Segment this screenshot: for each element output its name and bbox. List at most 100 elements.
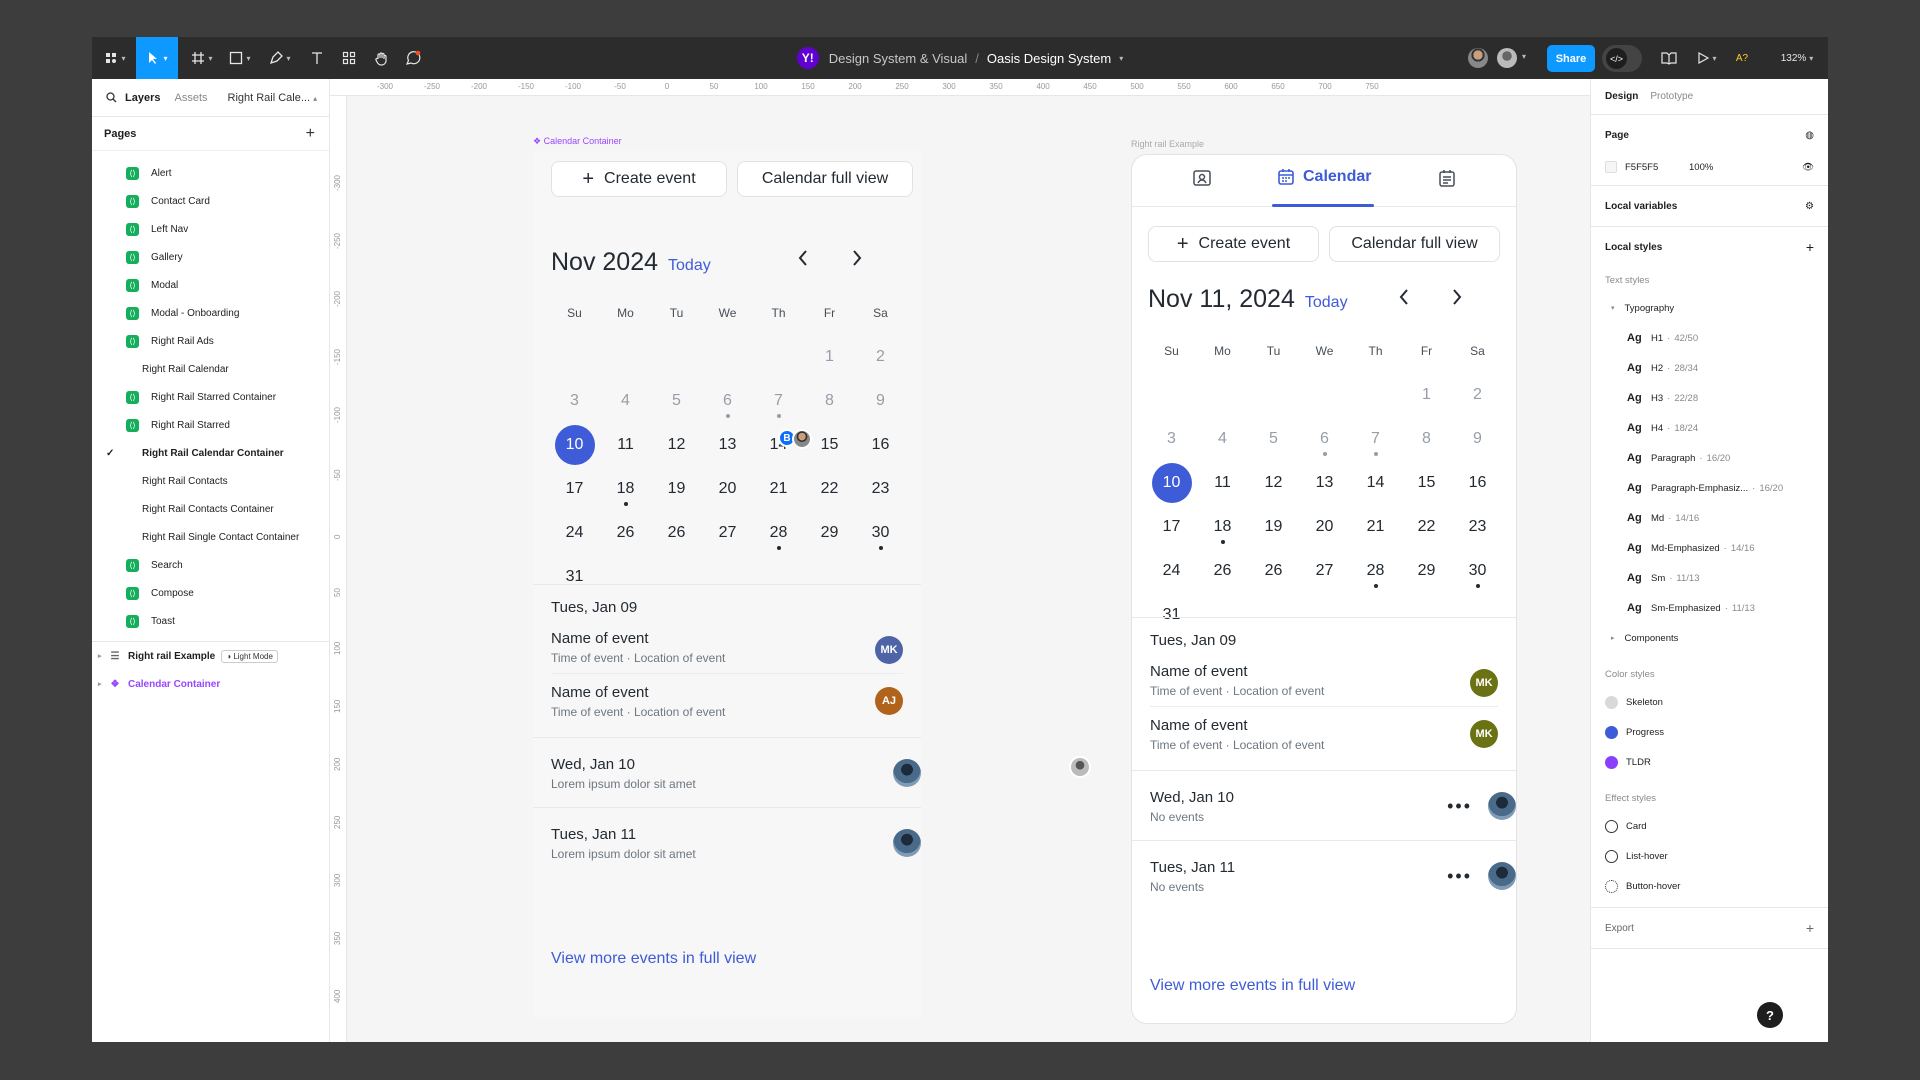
attendee-avatar[interactable] <box>1488 861 1516 890</box>
notes-tab[interactable] <box>1438 169 1456 192</box>
effect-style-item[interactable]: List-hover <box>1605 841 1814 871</box>
day-cell[interactable]: 22 <box>1401 505 1452 549</box>
attendee-avatar[interactable]: MK <box>1470 668 1498 697</box>
color-style-item[interactable]: Skeleton <box>1605 687 1814 717</box>
day-cell[interactable]: 3 <box>1146 417 1197 461</box>
layer-calendar-container[interactable]: ▸ ❖ Calendar Container <box>92 670 329 698</box>
collaborator-avatar[interactable] <box>1497 48 1517 68</box>
page-item[interactable]: Right Rail Calendar <box>92 355 329 383</box>
add-export-plus-icon[interactable]: + <box>1806 920 1814 936</box>
file-name[interactable]: Oasis Design System <box>987 51 1111 66</box>
attendee-avatar[interactable] <box>1488 791 1516 820</box>
next-month-button[interactable] <box>850 247 864 275</box>
text-style-item[interactable]: Ag Md-Emphasized · 14/16 <box>1605 533 1814 563</box>
day-cell[interactable]: 9 <box>855 379 906 423</box>
help-button[interactable]: ? <box>1757 1002 1783 1028</box>
day-cell[interactable]: 4 <box>1197 417 1248 461</box>
day-cell[interactable]: 26 <box>1248 549 1299 593</box>
day-cell[interactable]: 5 <box>1248 417 1299 461</box>
day-cell[interactable]: 7 <box>753 379 804 423</box>
color-style-item[interactable]: Progress <box>1605 717 1814 747</box>
day-cell[interactable]: 15 <box>1401 461 1452 505</box>
text-tool-button[interactable] <box>304 37 330 79</box>
day-cell[interactable]: 26 <box>1197 549 1248 593</box>
day-cell[interactable]: 10 <box>549 423 600 467</box>
day-cell[interactable]: 22 <box>804 467 855 511</box>
library-button[interactable] <box>1656 37 1682 79</box>
page-color-row[interactable]: F5F5F5 100% 👁 <box>1605 155 1814 179</box>
day-cell[interactable]: 7 <box>1350 417 1401 461</box>
project-name[interactable]: Design System & Visual <box>829 51 968 66</box>
day-cell[interactable]: 21 <box>1350 505 1401 549</box>
shape-tool-button[interactable]: ▾ <box>222 37 258 79</box>
dev-mode-toggle[interactable]: </> <box>1602 45 1642 72</box>
day-cell[interactable]: 18 <box>1197 505 1248 549</box>
local-variables-header[interactable]: Local variables ⚙ <box>1605 186 1814 226</box>
day-cell[interactable]: 24 <box>549 511 600 555</box>
page-item[interactable]: Right Rail Single Contact Container <box>92 523 329 551</box>
day-cell[interactable]: 19 <box>651 467 702 511</box>
day-cell[interactable]: 12 <box>651 423 702 467</box>
day-cell[interactable]: 26 <box>651 511 702 555</box>
day-cell[interactable]: 30 <box>1452 549 1503 593</box>
day-cell[interactable]: 27 <box>1299 549 1350 593</box>
day-cell[interactable]: 8 <box>804 379 855 423</box>
day-cell[interactable]: 17 <box>549 467 600 511</box>
page-item[interactable]: Right Rail Contacts <box>92 467 329 495</box>
search-icon[interactable] <box>106 92 117 103</box>
color-style-item[interactable]: TLDR <box>1605 747 1814 777</box>
page-item[interactable]: ⟨⟩ Gallery <box>92 243 329 271</box>
more-options-icon[interactable]: ••• <box>1447 866 1472 887</box>
day-cell[interactable]: 6 <box>702 379 753 423</box>
day-cell[interactable]: 19 <box>1248 505 1299 549</box>
day-cell[interactable]: 11 <box>600 423 651 467</box>
day-cell[interactable]: 3 <box>549 379 600 423</box>
calendar-full-view-button[interactable]: Calendar full view <box>737 161 913 197</box>
pen-tool-button[interactable]: ▾ <box>262 37 298 79</box>
effect-style-item[interactable]: Card <box>1605 811 1814 841</box>
page-item[interactable]: ⟨⟩ Modal - Onboarding <box>92 299 329 327</box>
chevron-down-icon[interactable]: ▾ <box>1119 54 1123 63</box>
effect-style-item[interactable]: Button-hover <box>1605 871 1814 901</box>
attendee-avatar[interactable] <box>893 828 921 857</box>
tab-assets[interactable]: Assets <box>174 92 207 104</box>
page-item[interactable]: ⟨⟩ Left Nav <box>92 215 329 243</box>
day-cell[interactable]: 2 <box>1452 373 1503 417</box>
palette-icon[interactable]: ◍ <box>1805 130 1814 141</box>
day-cell[interactable]: 27 <box>702 511 753 555</box>
layer-right-rail-example[interactable]: ▸ ☰ Right rail Example ◑ Light Mode <box>92 642 329 670</box>
comment-tool-button[interactable] <box>400 37 426 79</box>
today-link[interactable]: Today <box>1305 294 1348 312</box>
day-cell[interactable]: 13 <box>1299 461 1350 505</box>
page-item[interactable]: ⟨⟩ Modal <box>92 271 329 299</box>
day-cell[interactable]: 23 <box>855 467 906 511</box>
share-button[interactable]: Share <box>1547 45 1595 72</box>
event-item[interactable]: Name of event Time of event · Location of… <box>1150 659 1498 706</box>
page-item[interactable]: ⟨⟩ Compose <box>92 579 329 607</box>
calendar-full-view-button[interactable]: Calendar full view <box>1329 226 1500 262</box>
event-item[interactable]: Name of event Time of event · Location of… <box>551 626 903 673</box>
frame-label-calendar-container[interactable]: ❖ Calendar Container <box>533 136 622 147</box>
day-cell[interactable]: 13 <box>702 423 753 467</box>
day-cell[interactable]: 6 <box>1299 417 1350 461</box>
frame-tool-button[interactable]: ▾ <box>184 37 220 79</box>
sliders-icon[interactable]: ⚙ <box>1805 201 1814 212</box>
view-more-link[interactable]: View more events in full view <box>551 950 756 968</box>
day-cell[interactable]: 28 <box>753 511 804 555</box>
create-event-button[interactable]: + Create event <box>551 161 727 197</box>
day-cell[interactable]: 1 <box>1401 373 1452 417</box>
page-item[interactable]: ⟨⟩ Right Rail Starred <box>92 411 329 439</box>
day-cell[interactable]: 14 <box>1350 461 1401 505</box>
page-item[interactable]: ⟨⟩ Contact Card <box>92 187 329 215</box>
today-link[interactable]: Today <box>668 257 711 275</box>
page-opacity[interactable]: 100% <box>1689 162 1713 173</box>
tab-prototype[interactable]: Prototype <box>1650 91 1693 102</box>
components-group[interactable]: ▸ Components <box>1605 623 1814 653</box>
attendee-avatar[interactable]: MK <box>1470 719 1498 748</box>
prev-month-button[interactable] <box>1397 286 1411 314</box>
text-style-item[interactable]: Ag Sm-Emphasized · 11/13 <box>1605 593 1814 623</box>
typography-group[interactable]: ▾ Typography <box>1605 293 1814 323</box>
day-cell[interactable]: 11 <box>1197 461 1248 505</box>
text-style-item[interactable]: Ag H4 · 18/24 <box>1605 413 1814 443</box>
tab-design[interactable]: Design <box>1605 91 1638 102</box>
